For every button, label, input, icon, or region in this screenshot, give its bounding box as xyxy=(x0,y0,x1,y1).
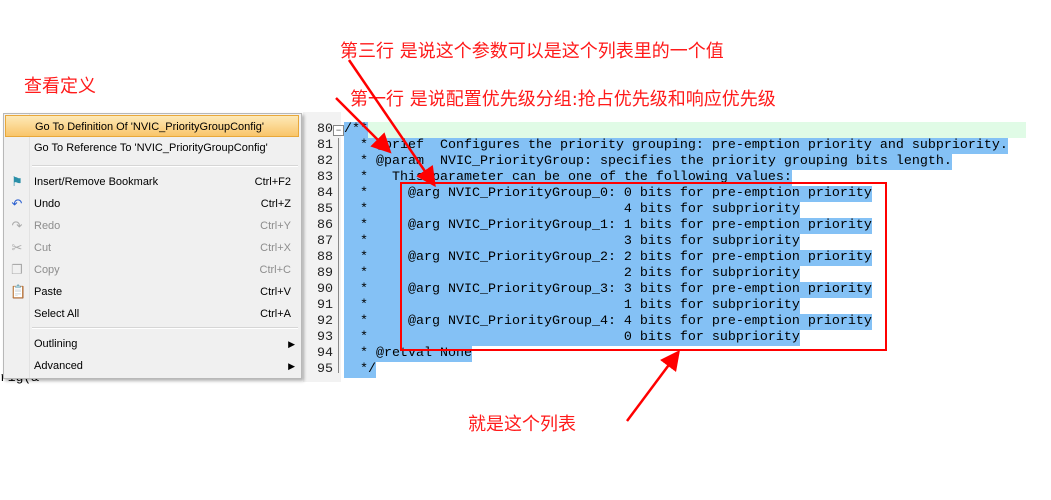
bookmark-flag-icon: ⚑ xyxy=(11,174,23,189)
menu-item-label: Outlining xyxy=(34,338,78,350)
submenu-arrow-icon: ▶ xyxy=(288,339,295,349)
arrow-to-line-83 xyxy=(347,59,436,188)
menu-item-shortcut: Ctrl+Y xyxy=(260,220,291,232)
menu-item-go-to-reference-to-nvic-prioritygroupconfig[interactable]: Go To Reference To 'NVIC_PriorityGroupCo… xyxy=(5,137,299,159)
arrow-to-list xyxy=(625,349,680,422)
copy-icon: ❐ xyxy=(11,262,23,277)
redo-icon: ↷ xyxy=(11,218,23,233)
menu-item-undo[interactable]: ↶ Undo Ctrl+Z xyxy=(5,193,299,215)
menu-item-redo[interactable]: ↷ Redo Ctrl+Y xyxy=(5,215,299,237)
menu-item-label: Select All xyxy=(34,308,80,320)
menu-item-shortcut: Ctrl+X xyxy=(260,242,291,254)
menu-item-label: Cut xyxy=(34,242,52,254)
menu-item-outlining[interactable]: Outlining ▶ xyxy=(5,333,299,355)
scissors-icon: ✂ xyxy=(11,240,23,255)
menu-item-label: Paste xyxy=(34,286,63,298)
menu-item-label: Insert/Remove Bookmark xyxy=(34,176,159,188)
menu-item-paste[interactable]: 📋 Paste Ctrl+V xyxy=(5,281,299,303)
paste-icon: 📋 xyxy=(10,284,27,299)
menu-separator xyxy=(32,165,298,167)
menu-item-copy[interactable]: ❐ Copy Ctrl+C xyxy=(5,259,299,281)
menu-item-label: Redo xyxy=(34,220,61,232)
menu-item-label: Copy xyxy=(34,264,60,276)
menu-item-insert-remove-bookmark[interactable]: ⚑ Insert/Remove Bookmark Ctrl+F2 xyxy=(5,171,299,193)
menu-item-label: Advanced xyxy=(34,360,83,372)
menu-item-label: Go To Reference To 'NVIC_PriorityGroupCo… xyxy=(34,142,268,154)
context-menu: Go To Definition Of 'NVIC_PriorityGroupC… xyxy=(3,113,302,379)
menu-item-label: Undo xyxy=(34,198,61,210)
menu-item-shortcut: Ctrl+Z xyxy=(260,198,291,210)
submenu-arrow-icon: ▶ xyxy=(288,361,295,371)
menu-item-cut[interactable]: ✂ Cut Ctrl+X xyxy=(5,237,299,259)
menu-item-shortcut: Ctrl+A xyxy=(260,308,291,320)
menu-item-go-to-definition-of-nvic-prioritygroupconfig[interactable]: Go To Definition Of 'NVIC_PriorityGroupC… xyxy=(5,115,299,137)
menu-item-label: Go To Definition Of 'NVIC_PriorityGroupC… xyxy=(35,121,264,133)
menu-item-advanced[interactable]: Advanced ▶ xyxy=(5,355,299,377)
menu-item-shortcut: Ctrl+F2 xyxy=(254,176,291,188)
undo-icon: ↶ xyxy=(11,196,23,211)
menu-item-shortcut: Ctrl+C xyxy=(259,264,291,276)
menu-item-shortcut: Ctrl+V xyxy=(260,286,291,298)
menu-item-select-all[interactable]: Select All Ctrl+A xyxy=(5,303,299,325)
menu-separator xyxy=(32,327,298,329)
